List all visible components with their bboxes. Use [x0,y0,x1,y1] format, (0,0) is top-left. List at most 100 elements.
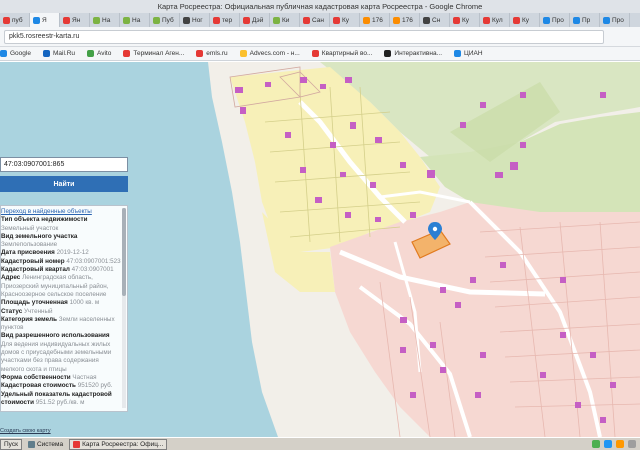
bookmark-label: Терминал Аген... [133,50,185,57]
tab-2[interactable]: Ян [60,13,90,27]
info-scrollbar[interactable] [122,208,126,408]
tab-8[interactable]: Дэй [240,13,270,27]
tab-14[interactable]: Сн [420,13,450,27]
tab-13[interactable]: 176 [390,13,420,27]
tab-1[interactable]: Я [30,13,60,27]
tab-favicon-icon [33,16,40,24]
system-tray [592,440,640,448]
bookmark-6[interactable]: Квартирный во... [311,50,373,57]
tab-label: Ян [72,16,81,24]
start-button[interactable]: Пуск [0,438,22,450]
taskbar-item-0[interactable]: Система [27,440,64,448]
bookmark-label: ЦИАН [464,50,483,57]
info-field-value: Земельный участок [1,224,59,232]
tab-10[interactable]: Сан [300,13,330,27]
tab-label: пуб [12,16,23,24]
tab-favicon-icon [273,16,280,24]
tab-strip: пуб Я Ян На На Пуб Ног тер Дэй Ки Сан Ку 176 176 Сн Ку К… [0,13,640,27]
tab-20[interactable]: Про [600,13,630,27]
tab-4[interactable]: На [120,13,150,27]
bookmarks-bar: Google Mail.Ru Avito Терминал Аген... emls.r… [0,47,640,61]
tab-favicon-icon [423,16,430,24]
tray-icon[interactable] [592,440,600,448]
tab-0[interactable]: пуб [0,13,30,27]
tab-17[interactable]: Ку [510,13,540,27]
object-info-card: Переход в найденные объекты Тип объекта … [0,205,128,412]
tab-label: 176 [402,16,413,24]
start-label: Пуск [4,440,18,448]
taskbar-item-1[interactable]: Карта Росреестра: Офиц... [69,438,168,450]
tab-label: Про [612,16,624,24]
tab-label: Ку [462,16,470,24]
tab-label: Ки [282,16,290,24]
bookmark-favicon-icon [196,50,204,57]
info-row: Кадастровая стоимость 951520 руб. [1,382,121,390]
tab-11[interactable]: Ку [330,13,360,27]
bookmark-7[interactable]: Интерактивна... [384,50,442,57]
bookmark-1[interactable]: Mail.Ru [42,50,75,57]
taskbar: Пуск Система Карта Росреестра: Офиц... [0,437,640,450]
find-button[interactable]: Найти [0,176,128,192]
bookmark-favicon-icon [87,50,95,57]
tab-16[interactable]: Кул [480,13,510,27]
taskbar-item-label: Система [36,440,64,448]
bookmark-3[interactable]: Терминал Аген... [123,50,184,57]
tab-label: Сн [432,16,441,24]
tab-5[interactable]: Пуб [150,13,180,27]
tab-label: Пр [582,16,591,24]
address-bar: pkk5.rosreestr-karta.ru [0,27,640,47]
bookmark-2[interactable]: Avito [87,50,111,57]
info-row: Категория земель Земли населенных пункто… [1,316,121,333]
tab-9[interactable]: Ки [270,13,300,27]
tab-label: На [132,16,141,24]
tab-6[interactable]: Ног [180,13,210,27]
tray-icon[interactable] [604,440,612,448]
tray-icon[interactable] [616,440,624,448]
tab-favicon-icon [243,16,250,24]
info-row: Вид земельного участка Землепользование [1,233,121,250]
tab-15[interactable]: Ку [450,13,480,27]
bookmark-5[interactable]: Advecs.com - н... [239,50,300,57]
bookmark-label: Квартирный во... [321,50,373,57]
taskbar-item-label: Карта Росреестра: Офиц... [82,440,164,448]
create-map-link[interactable]: Создать свою карту [0,428,51,434]
info-field-label: Кадастровая стоимость [1,382,76,390]
cadastral-search-input[interactable]: 47:03:0907001:865 [0,157,128,172]
bookmark-label: Google [10,50,31,57]
bookmark-4[interactable]: emls.ru [196,50,228,57]
tab-favicon-icon [573,16,580,24]
tab-favicon-icon [3,16,10,24]
tab-label: Ног [192,16,203,24]
info-field-value: 47:03:0907001 [71,266,114,274]
info-field-label: Вид разрешенного использования [1,332,110,340]
tray-icon[interactable] [628,440,636,448]
info-field-value: Для ведения индивидуальных жилых домов с… [1,340,112,373]
tab-favicon-icon [393,16,400,24]
info-row: Форма собственности Частная [1,374,121,382]
tab-label: Ку [342,16,350,24]
bookmark-8[interactable]: ЦИАН [454,50,483,57]
info-field-value: 951.52 руб./кв. м [35,398,85,406]
window-title: Карта Росреестра: Официальная публичная … [0,0,640,13]
tab-7[interactable]: тер [210,13,240,27]
tab-19[interactable]: Пр [570,13,600,27]
info-row: Удельный показатель кадастровой стоимост… [1,391,121,408]
taskbar-app-icon [27,440,35,448]
bookmark-label: Advecs.com - н... [249,50,300,57]
tab-favicon-icon [183,16,190,24]
tab-12[interactable]: 176 [360,13,390,27]
info-field-label: Форма собственности [1,373,71,381]
info-field-label: Категория земель [1,315,58,323]
tab-18[interactable]: Про [540,13,570,27]
info-row: Вид разрешенного использования Для веден… [1,332,121,373]
bookmark-0[interactable]: Google [0,50,31,57]
info-field-value: 47:03:0907001:523 [66,257,121,265]
taskbar-app-icon [73,440,81,448]
info-field-label: Вид земельного участка [1,232,78,240]
tab-3[interactable]: На [90,13,120,27]
bookmark-favicon-icon [42,50,50,57]
url-field[interactable]: pkk5.rosreestr-karta.ru [4,29,604,44]
bookmark-favicon-icon [454,50,462,57]
info-field-label: Кадастровый квартал [1,266,70,274]
tab-label: Кул [492,16,503,24]
